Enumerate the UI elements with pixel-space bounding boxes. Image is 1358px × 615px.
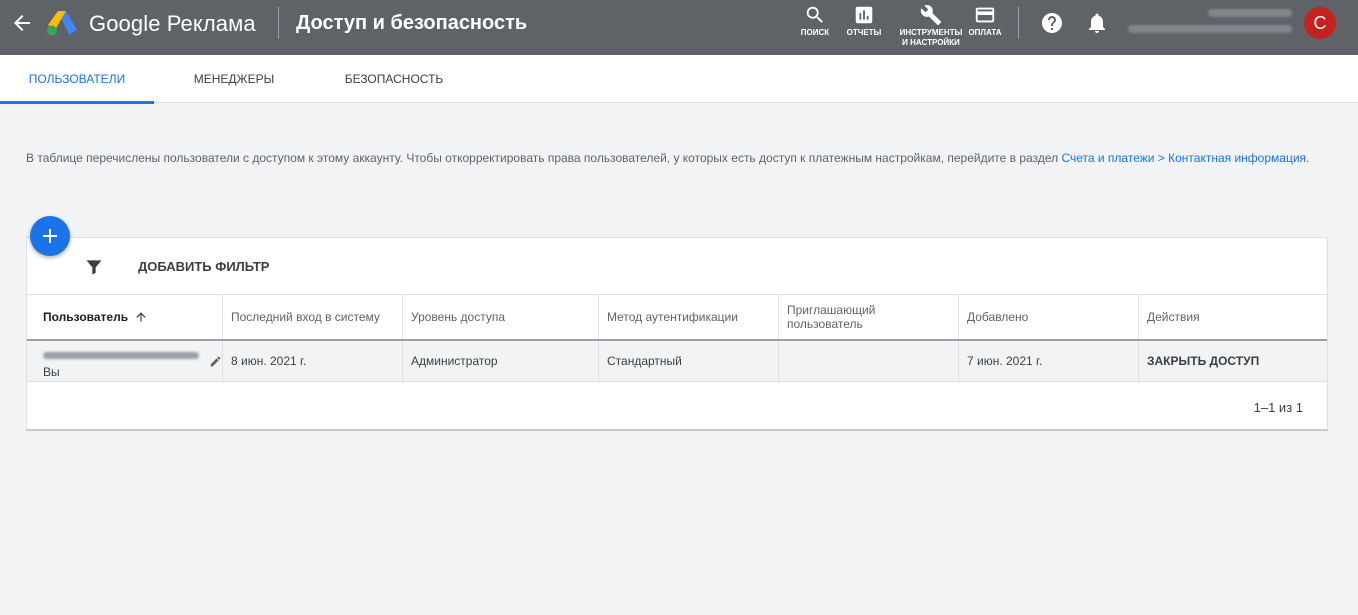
header-divider-2 [1018, 7, 1019, 39]
notifications-bell-icon[interactable] [1085, 11, 1109, 35]
back-arrow-icon[interactable] [10, 11, 34, 35]
billing-tool-label: ОПЛАТА [968, 28, 1002, 37]
column-header-last-login[interactable]: Последний вход в систему [223, 295, 403, 339]
column-header-access-level[interactable]: Уровень доступа [403, 295, 599, 339]
edit-pencil-icon[interactable] [209, 355, 222, 368]
tab-bar: ПОЛЬЗОВАТЕЛИ МЕНЕДЖЕРЫ БЕЗОПАСНОСТЬ [0, 55, 1358, 104]
table-header: Пользователь Последний вход в систему Ур… [27, 295, 1327, 341]
revoke-access-button[interactable]: ЗАКРЫТЬ ДОСТУП [1147, 354, 1259, 368]
column-header-user[interactable]: Пользователь [27, 295, 223, 339]
column-header-added[interactable]: Добавлено [959, 295, 1139, 339]
account-id-redacted [1208, 9, 1292, 17]
user-email-redacted [43, 352, 199, 359]
reports-tool-label: ОТЧЕТЫ [846, 28, 882, 37]
info-text-body: В таблице перечислены пользователи с дос… [26, 151, 1062, 165]
add-user-button[interactable] [30, 216, 70, 256]
credit-card-icon [975, 7, 995, 23]
search-icon [806, 6, 823, 23]
cell-inviter [779, 341, 959, 381]
tab-users[interactable]: ПОЛЬЗОВАТЕЛИ [0, 55, 154, 104]
info-text-suffix: . [1306, 151, 1310, 165]
top-app-bar: Google Реклама Доступ и безопасность ПОИ… [0, 0, 1358, 55]
cell-auth-method: Стандартный [599, 341, 779, 381]
sort-ascending-arrow-icon [136, 312, 146, 322]
wrench-icon [920, 5, 942, 26]
cell-last-login: 8 июн. 2021 г. [223, 341, 403, 381]
tab-managers[interactable]: МЕНЕДЖЕРЫ [174, 55, 294, 103]
user-you-label: Вы [43, 365, 60, 379]
cell-actions: ЗАКРЫТЬ ДОСТУП [1139, 341, 1327, 381]
account-info[interactable] [1128, 7, 1292, 33]
help-icon[interactable] [1040, 11, 1064, 35]
add-filter-button[interactable]: ДОБАВИТЬ ФИЛЬТР [138, 259, 269, 274]
column-header-inviter[interactable]: Приглашающий пользователь [779, 295, 959, 339]
page-title: Доступ и безопасность [296, 12, 528, 34]
cell-user: Вы [27, 341, 223, 381]
tab-security[interactable]: БЕЗОПАСНОСТЬ [334, 55, 454, 103]
billing-contact-link[interactable]: Счета и платежи > Контактная информация [1061, 151, 1306, 165]
reports-icon [855, 6, 873, 24]
filter-funnel-icon[interactable] [84, 257, 104, 277]
cell-added: 7 июн. 2021 г. [959, 341, 1139, 381]
cell-access-level[interactable]: Администратор [403, 341, 599, 381]
column-header-user-label: Пользователь [43, 310, 129, 324]
filter-bar: ДОБАВИТЬ ФИЛЬТР [27, 238, 1327, 295]
plus-icon [43, 229, 57, 243]
info-text: В таблице перечислены пользователи с дос… [26, 151, 1316, 166]
google-ads-logo-icon [47, 11, 77, 36]
reports-tool-button[interactable]: ОТЧЕТЫ [832, 4, 896, 38]
column-header-actions: Действия [1147, 310, 1200, 324]
avatar[interactable]: С [1304, 7, 1336, 39]
brand-name: Google Реклама [89, 11, 256, 36]
table-row: Вы 8 июн. 2021 г. Администратор Стандарт… [27, 341, 1327, 382]
pagination-label: 1–1 из 1 [1253, 400, 1303, 415]
account-email-redacted [1128, 25, 1292, 33]
column-header-auth-method[interactable]: Метод аутентификации [599, 295, 779, 339]
billing-tool-button[interactable]: ОПЛАТА [953, 4, 1017, 38]
users-table-card: ДОБАВИТЬ ФИЛЬТР Пользователь Последний в… [26, 237, 1328, 431]
header-divider [278, 7, 279, 39]
